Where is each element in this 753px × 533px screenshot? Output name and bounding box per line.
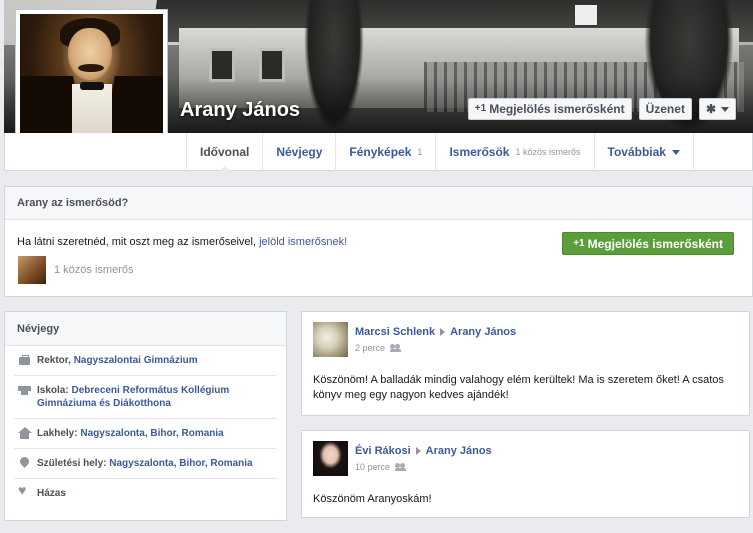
post-author-link[interactable]: Marcsi Schlenk xyxy=(355,326,435,338)
tab-label: Továbbiak xyxy=(607,145,666,159)
friend-request-text: Ha látni szeretnéd, mit oszt meg az isme… xyxy=(17,236,347,248)
arrow-right-icon xyxy=(440,328,446,336)
about-label: Születési hely: xyxy=(37,458,110,469)
tab-count: 1 xyxy=(417,147,423,157)
home-icon xyxy=(18,427,32,440)
briefcase-icon xyxy=(18,354,31,367)
add-friend-icon: +1 xyxy=(573,238,585,249)
arrow-right-icon xyxy=(415,447,421,455)
tab-timeline[interactable]: Idővonal xyxy=(186,133,264,172)
tab-photos[interactable]: Fényképek 1 xyxy=(336,133,437,171)
post-target-link[interactable]: Arany János xyxy=(426,445,492,457)
add-friend-label: Megjelölés ismerősként xyxy=(489,102,625,116)
tab-friends[interactable]: Ismerősök 1 közös ismerős xyxy=(436,133,595,171)
add-friend-link[interactable]: jelöld ismerősnek! xyxy=(259,236,347,248)
timeline-post: Évi Rákosi Arany János 10 perce Köszönöm… xyxy=(301,430,750,518)
friends-audience-icon[interactable] xyxy=(390,344,402,352)
heart-icon xyxy=(18,484,31,500)
profile-name: Arany János xyxy=(180,99,301,121)
avatar[interactable] xyxy=(313,322,348,357)
location-pin-icon xyxy=(18,457,31,470)
about-item-residence: Lakhely: Nagyszalonta, Bihor, Romania xyxy=(14,419,277,449)
post-author-link[interactable]: Évi Rákosi xyxy=(355,445,411,457)
post-target-link[interactable]: Arany János xyxy=(450,326,516,338)
message-button[interactable]: Üzenet xyxy=(638,98,692,120)
add-friend-icon: +1 xyxy=(474,103,487,114)
about-value-link[interactable]: Nagyszalontai Gimnázium xyxy=(74,355,198,366)
tab-label: Idővonal xyxy=(200,145,250,159)
post-meta: 10 perce xyxy=(355,462,407,472)
about-label: Iskola: xyxy=(37,385,72,396)
add-friend-green-button[interactable]: +1 Megjelölés ismerősként xyxy=(562,232,734,255)
tab-count: 1 közös ismerős xyxy=(515,147,581,157)
timeline-post: Marcsi Schlenk Arany János 2 perce Köszö… xyxy=(301,311,750,416)
settings-dropdown-button[interactable]: ✱ xyxy=(698,98,736,120)
about-heading: Névjegy xyxy=(5,312,286,346)
profile-nav: Idővonal Névjegy Fényképek 1 Ismerősök 1… xyxy=(4,133,753,172)
tab-about[interactable]: Névjegy xyxy=(263,133,337,171)
mutual-friends[interactable]: 1 közös ismerős xyxy=(18,256,133,284)
mutual-friend-avatar[interactable] xyxy=(18,256,46,284)
friend-request-box: Arany az ismerősöd? Ha látni szeretnéd, … xyxy=(4,186,753,297)
about-item-birthplace: Születési hely: Nagyszalonta, Bihor, Rom… xyxy=(14,449,277,479)
cover-actions: +1 Megjelölés ismerősként Üzenet ✱ xyxy=(467,98,736,120)
post-text: Köszönöm Aranyoskám! xyxy=(313,493,432,505)
about-item-work: Rektor, Nagyszalontai Gimnázium xyxy=(14,346,277,376)
gear-icon: ✱ xyxy=(705,102,716,116)
post-meta: 2 perce xyxy=(355,343,402,353)
chevron-down-icon xyxy=(671,149,680,155)
avatar[interactable] xyxy=(313,441,348,476)
mutual-friends-label: 1 közös ismerős xyxy=(54,264,134,276)
tab-more[interactable]: Továbbiak xyxy=(595,133,694,171)
about-label: Rektor, xyxy=(37,355,74,366)
post-timestamp[interactable]: 2 perce xyxy=(355,343,385,353)
about-box: Névjegy Rektor, Nagyszalontai Gimnázium … xyxy=(4,311,287,521)
friend-request-text-before: Ha látni szeretnéd, mit oszt meg az isme… xyxy=(17,236,260,248)
school-icon xyxy=(18,384,31,397)
chevron-down-icon xyxy=(721,106,729,112)
post-header: Marcsi Schlenk Arany János xyxy=(355,326,516,338)
tab-label: Ismerősök xyxy=(449,145,510,159)
add-friend-button[interactable]: +1 Megjelölés ismerősként xyxy=(467,98,632,120)
about-item-school: Iskola: Debreceni Református Kollégium G… xyxy=(14,376,277,419)
tab-label: Fényképek xyxy=(349,145,412,159)
about-label: Házas xyxy=(37,488,66,499)
about-label: Lakhely: xyxy=(37,428,81,439)
tab-label: Névjegy xyxy=(276,145,323,159)
add-friend-label: Megjelölés ismerősként xyxy=(587,236,723,251)
about-value-link[interactable]: Nagyszalonta, Bihor, Romania xyxy=(80,428,223,439)
post-header: Évi Rákosi Arany János xyxy=(355,445,492,457)
about-value-link[interactable]: Nagyszalonta, Bihor, Romania xyxy=(109,458,252,469)
post-timestamp[interactable]: 10 perce xyxy=(355,462,390,472)
post-text: Köszönöm! A balladák mindig valahogy elé… xyxy=(313,374,724,401)
about-item-relationship: Házas xyxy=(14,479,277,508)
friends-audience-icon[interactable] xyxy=(395,463,407,471)
friend-request-heading: Arany az ismerősöd? xyxy=(5,187,752,220)
